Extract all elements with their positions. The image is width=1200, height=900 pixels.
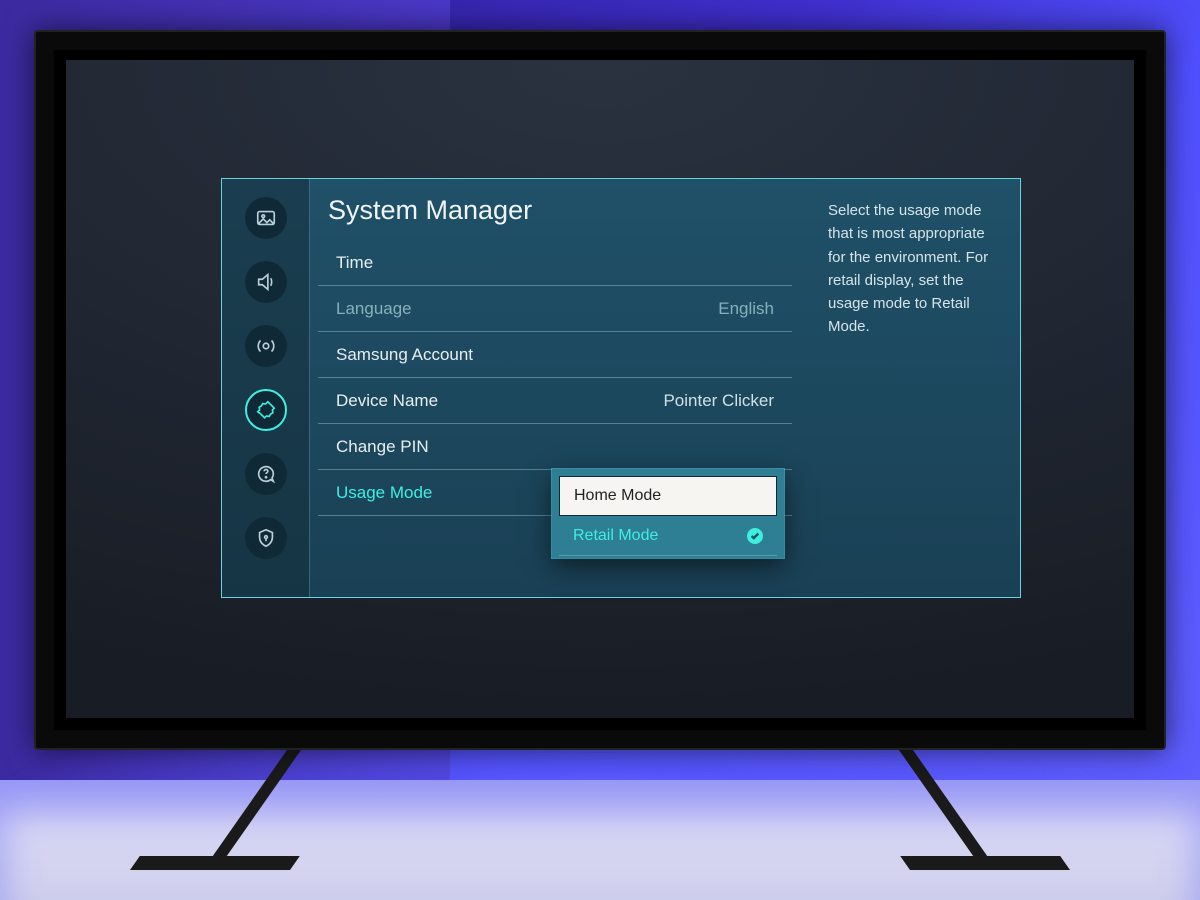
tv-screen: System Manager Time Language English Sam…	[66, 60, 1134, 718]
usage-mode-dropdown: Home Mode Retail Mode	[552, 469, 784, 558]
picture-icon[interactable]	[245, 197, 287, 239]
row-label: Samsung Account	[336, 345, 473, 365]
page-title: System Manager	[310, 195, 818, 240]
settings-sidebar	[222, 179, 310, 597]
row-label: Language	[336, 299, 412, 319]
row-label: Time	[336, 253, 373, 273]
option-retail-mode[interactable]: Retail Mode	[559, 516, 777, 556]
settings-main: System Manager Time Language English Sam…	[310, 179, 818, 597]
row-value: English	[718, 299, 774, 319]
row-label: Change PIN	[336, 437, 429, 457]
row-value: Pointer Clicker	[663, 391, 774, 411]
row-samsung-account[interactable]: Samsung Account	[318, 332, 792, 378]
checkmark-icon	[747, 528, 763, 544]
settings-panel: System Manager Time Language English Sam…	[221, 178, 1021, 598]
support-icon[interactable]	[245, 453, 287, 495]
privacy-icon[interactable]	[245, 517, 287, 559]
sound-icon[interactable]	[245, 261, 287, 303]
row-language[interactable]: Language English	[318, 286, 792, 332]
row-time[interactable]: Time	[318, 240, 792, 286]
row-label: Usage Mode	[336, 483, 432, 503]
row-change-pin[interactable]: Change PIN	[318, 424, 792, 470]
broadcast-icon[interactable]	[245, 325, 287, 367]
help-text: Select the usage mode that is most appro…	[818, 179, 1020, 597]
option-label: Home Mode	[574, 487, 661, 505]
tv-frame: System Manager Time Language English Sam…	[34, 30, 1166, 750]
option-home-mode[interactable]: Home Mode	[559, 476, 777, 516]
row-label: Device Name	[336, 391, 438, 411]
system-icon[interactable]	[245, 389, 287, 431]
row-device-name[interactable]: Device Name Pointer Clicker	[318, 378, 792, 424]
option-label: Retail Mode	[573, 527, 658, 545]
